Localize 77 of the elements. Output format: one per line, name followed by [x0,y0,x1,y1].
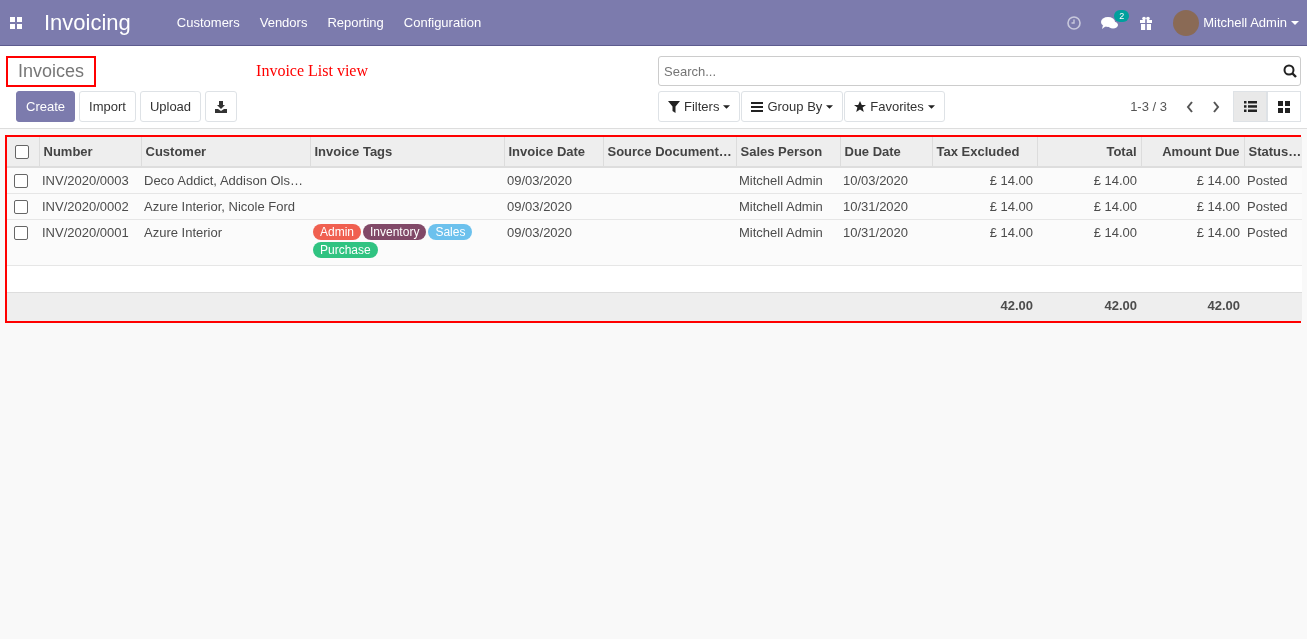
apps-menu-icon[interactable] [10,16,22,29]
tag: Purchase [313,242,378,258]
table-cell: £ 14.00 [989,173,1033,188]
table-cell: Azure Interior, Nicole Ford [144,199,295,214]
table-cell: 09/03/2020 [507,225,573,240]
message-count-badge: 2 [1114,9,1130,22]
gift-icon[interactable] [1139,15,1154,30]
total-value: 42.00 [1207,298,1240,313]
table-cell: £ 14.00 [1093,199,1137,214]
bars-icon [751,100,764,113]
table-cell: Mitchell Admin [739,199,823,214]
search-option-button[interactable]: Favorites [844,91,945,122]
table-cell: £ 14.00 [989,225,1033,240]
table-cell: £ 14.00 [1196,199,1240,214]
table-cell: Azure Interior [144,225,223,240]
select-all-checkbox[interactable] [15,145,29,159]
table-cell: Posted [1247,199,1288,214]
kanban-view-button[interactable] [1267,91,1301,122]
row-checkbox[interactable] [14,174,28,188]
caret-icon [1291,20,1299,25]
user-menu[interactable]: Mitchell Admin [1173,9,1299,36]
annotation-text: Invoice List view [256,62,368,80]
table-cell: INV/2020/0001 [42,225,129,240]
total-value: 42.00 [1000,298,1033,313]
page-title: Invoices [6,55,97,87]
caret-icon [723,104,731,109]
table-cell: Posted [1247,173,1288,188]
search-option-button[interactable]: Group By [741,91,844,122]
search-field[interactable]: Search... [658,56,1301,86]
column-header[interactable]: Customer [145,144,207,159]
table-cell: 10/31/2020 [843,225,909,240]
caret-icon [826,104,834,109]
funnel-icon [668,100,680,113]
list-icon [1243,101,1257,112]
menu-item[interactable]: Reporting [317,15,394,30]
table-cell: 09/03/2020 [507,199,573,214]
star-icon [854,100,867,113]
table-cell: 10/03/2020 [843,173,909,188]
table-cell: £ 14.00 [1196,173,1240,188]
row-checkbox[interactable] [14,200,28,214]
table-cell: £ 14.00 [1196,225,1240,240]
table-cell: £ 14.00 [1093,173,1137,188]
chevron-left-icon [1186,100,1194,113]
menu-item[interactable]: Configuration [393,15,492,30]
menu-item[interactable]: Vendors [249,15,318,30]
avatar-circle [1173,9,1200,36]
toolbar-button[interactable]: Upload [139,91,202,122]
list-view-button[interactable] [1233,91,1267,122]
table-cell: Posted [1247,225,1288,240]
search-icon[interactable] [1283,64,1297,78]
column-header[interactable]: Total [1106,144,1137,159]
app-title: Invoicing [44,9,131,36]
table-cell: INV/2020/0003 [42,173,129,188]
tag: Sales [428,224,473,240]
toolbar-button[interactable]: Import [79,91,136,122]
table-cell: INV/2020/0002 [42,199,129,214]
search-option-button[interactable]: Filters [658,91,741,122]
pager-value: 1-3 / 3 [1130,99,1167,114]
menu-item[interactable]: Customers [166,15,250,30]
chat-icon[interactable] [1101,15,1120,30]
total-value: 42.00 [1104,298,1137,313]
caret-icon [927,104,935,109]
table-cell: Deco Addict, Addison Ols… [144,173,303,188]
download-icon [215,100,228,113]
table-cell: Mitchell Admin [739,173,823,188]
create-button[interactable]: Create [16,91,76,122]
table-cell: £ 14.00 [989,199,1033,214]
table-cell: 09/03/2020 [507,173,573,188]
table-cell: £ 14.00 [1093,225,1137,240]
grid-icon [1278,100,1290,113]
row-checkbox[interactable] [14,226,28,240]
tag: Inventory [363,224,427,240]
table-cell: Mitchell Admin [739,225,823,240]
table-cell: 10/31/2020 [843,199,909,214]
tag: Admin [313,224,361,240]
download-button[interactable] [205,91,238,122]
chevron-right-icon [1212,100,1220,113]
